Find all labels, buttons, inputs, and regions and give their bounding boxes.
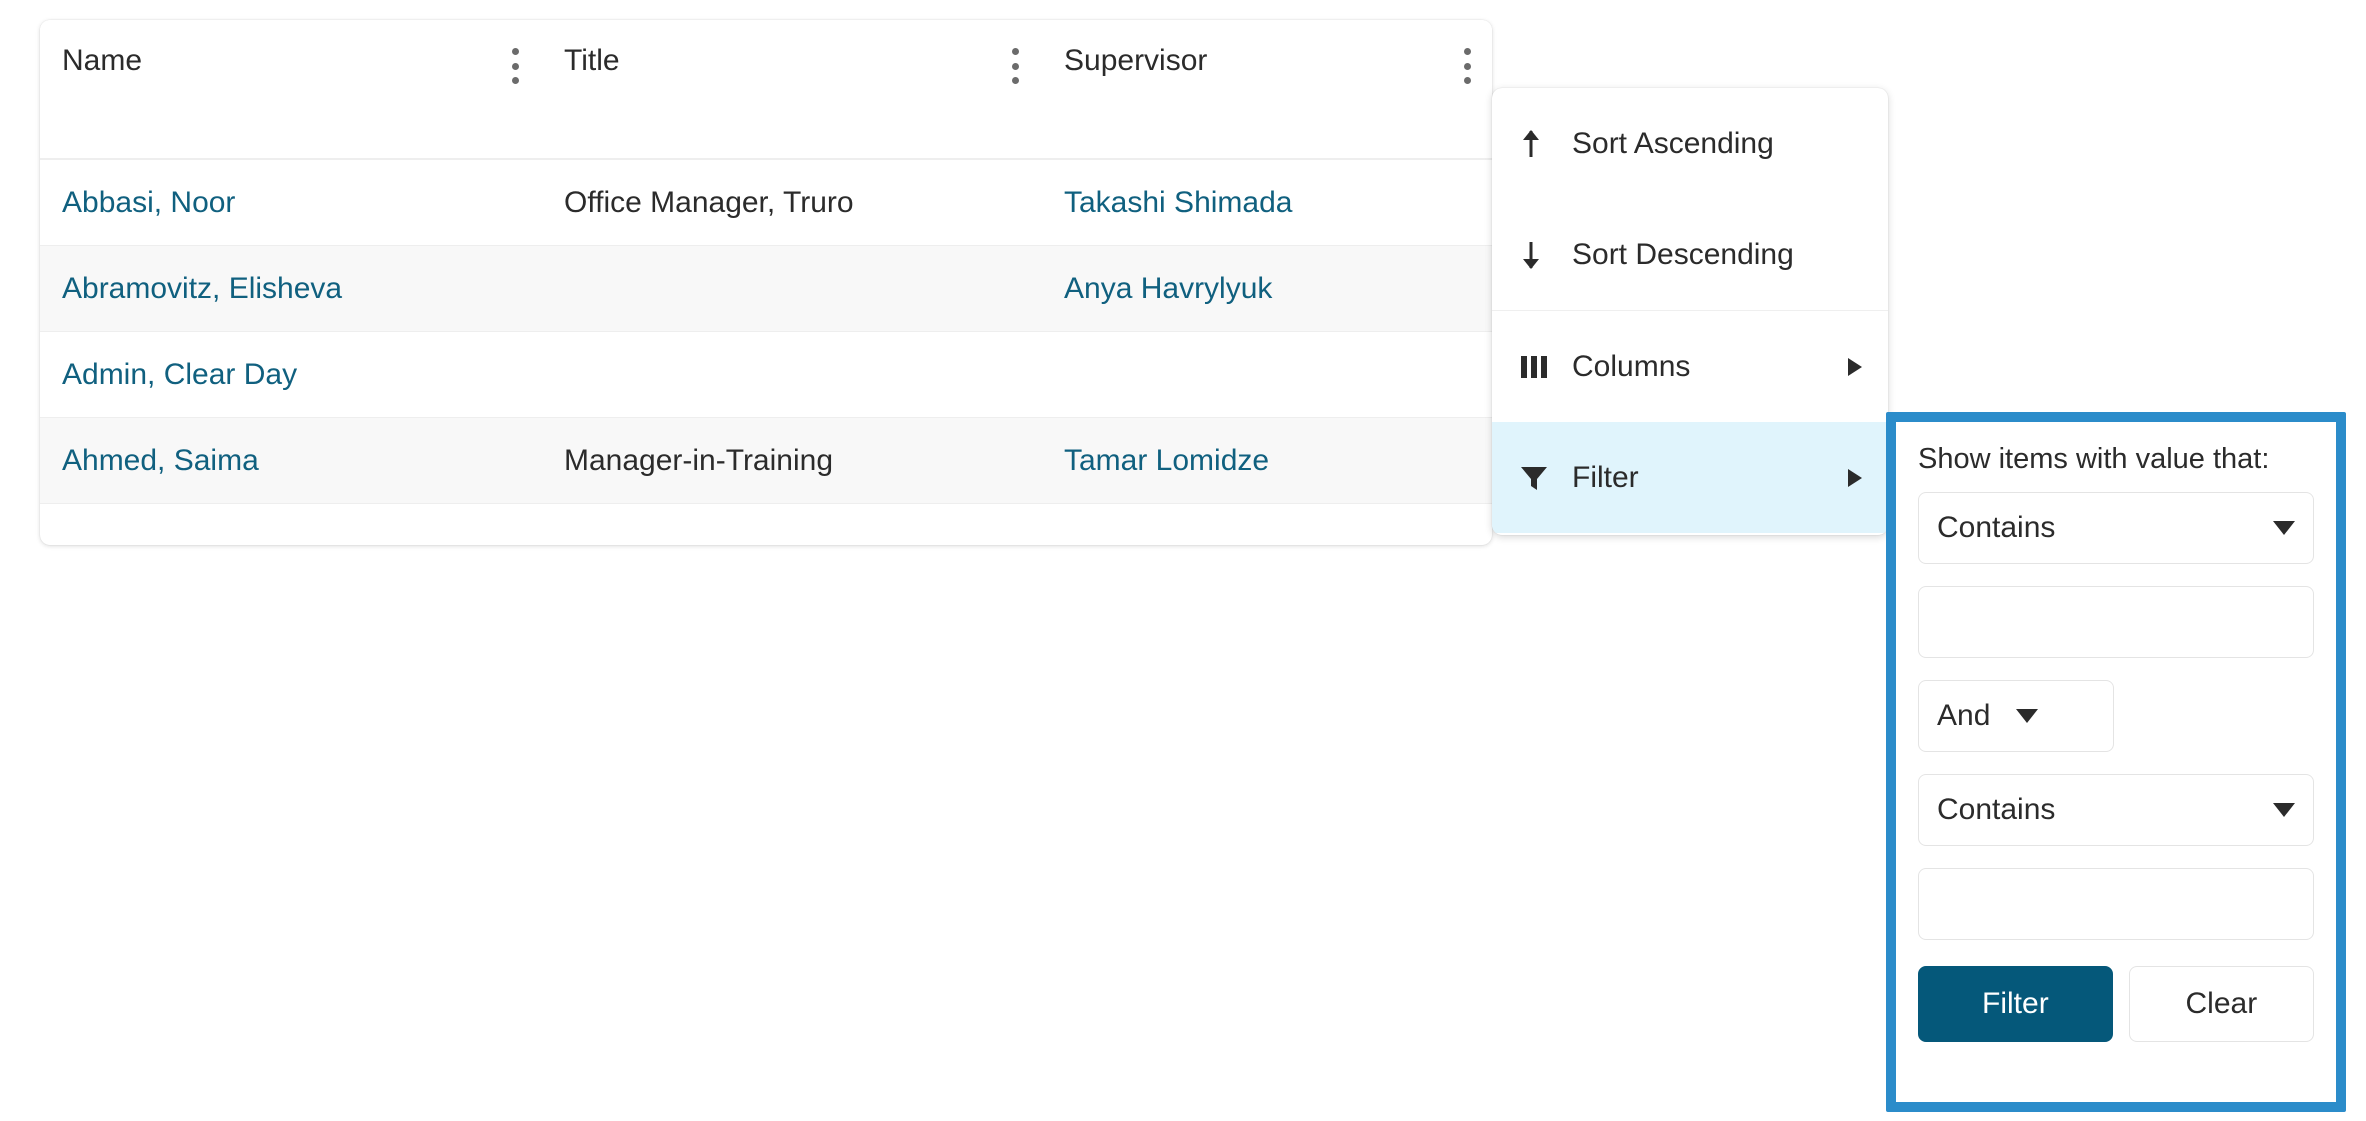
- menu-item-sort-ascending[interactable]: Sort Ascending: [1492, 88, 1888, 199]
- kebab-dot: [1463, 62, 1471, 70]
- name-link[interactable]: Abramovitz, Elisheva: [62, 272, 342, 305]
- kebab-menu-icon[interactable]: [1004, 48, 1026, 84]
- kebab-dot: [511, 48, 519, 55]
- filter-operator-2-dropdown[interactable]: Contains: [1918, 774, 2314, 846]
- filter-value-1-input[interactable]: [1918, 586, 2314, 658]
- menu-item-sort-descending-label: Sort Descending: [1572, 237, 1794, 271]
- arrow-up-icon: [1520, 129, 1560, 159]
- kebab-dot: [1011, 77, 1019, 84]
- context-menu-group-sort: Sort Ascending Sort Descending: [1492, 88, 1888, 311]
- columns-icon: [1520, 353, 1560, 381]
- kebab-dot: [1011, 48, 1019, 55]
- supervisor-link[interactable]: Takashi Shimada: [1064, 186, 1292, 219]
- table-row[interactable]: Abbasi, Noor Office Manager, Truro Takas…: [40, 160, 1492, 246]
- chevron-down-icon: [2273, 803, 2295, 817]
- menu-item-filter[interactable]: Filter: [1492, 422, 1888, 533]
- kebab-dot: [1463, 77, 1471, 84]
- filter-operator-1-value: Contains: [1937, 511, 2056, 544]
- table-row[interactable]: Admin, Clear Day: [40, 332, 1492, 418]
- cell-title: Manager-in-Training: [564, 443, 834, 477]
- chevron-right-icon: [1848, 468, 1862, 487]
- filter-value-2-input[interactable]: [1918, 868, 2314, 940]
- kebab-dot: [511, 77, 519, 84]
- kebab-dot: [1011, 62, 1019, 70]
- filter-popup-panel: Show items with value that: Contains And…: [1886, 412, 2346, 1112]
- menu-item-sort-descending[interactable]: Sort Descending: [1492, 199, 1888, 310]
- kebab-menu-icon-supervisor[interactable]: [1456, 48, 1478, 84]
- cell-supervisor: Anya Havrylyuk: [1040, 272, 1492, 306]
- funnel-icon: [1520, 464, 1560, 492]
- column-header-supervisor-label: Supervisor: [1064, 44, 1208, 77]
- name-link[interactable]: Ahmed, Saima: [62, 444, 259, 477]
- table-row[interactable]: Abramovitz, Elisheva Anya Havrylyuk: [40, 246, 1492, 332]
- filter-popup-body: Show items with value that: Contains And…: [1896, 422, 2336, 1102]
- kebab-dot: [511, 62, 519, 70]
- filter-panel-title: Show items with value that:: [1918, 443, 2270, 475]
- filter-panel-actions: Filter Clear: [1918, 966, 2314, 1042]
- name-link[interactable]: Abbasi, Noor: [62, 186, 235, 219]
- column-header-name-label: Name: [62, 44, 143, 77]
- filter-apply-button[interactable]: Filter: [1918, 966, 2113, 1042]
- filter-clear-button[interactable]: Clear: [2128, 966, 2314, 1042]
- name-link[interactable]: Admin, Clear Day: [62, 358, 297, 391]
- filter-operator-1-dropdown[interactable]: Contains: [1918, 492, 2314, 564]
- filter-operator-2-value: Contains: [1937, 793, 2056, 826]
- menu-item-filter-label: Filter: [1572, 460, 1639, 494]
- menu-item-sort-ascending-label: Sort Ascending: [1572, 126, 1774, 160]
- chevron-down-icon: [2016, 709, 2039, 723]
- column-header-title-label: Title: [564, 44, 620, 77]
- cell-name: Abramovitz, Elisheva: [40, 272, 540, 306]
- cell-supervisor: Tamar Lomidze: [1040, 444, 1492, 478]
- column-context-menu: Sort Ascending Sort Descending Columns F…: [1492, 88, 1888, 535]
- kebab-dot: [1463, 48, 1471, 55]
- supervisor-link[interactable]: Tamar Lomidze: [1064, 444, 1269, 477]
- cell-name: Ahmed, Saima: [40, 444, 540, 478]
- filter-logic-value: And: [1937, 699, 1991, 732]
- cell-supervisor: Takashi Shimada: [1040, 186, 1492, 220]
- menu-item-columns[interactable]: Columns: [1492, 311, 1888, 422]
- kebab-menu-icon[interactable]: [504, 48, 526, 84]
- cell-title: Office Manager, Truro: [564, 185, 854, 219]
- column-header-supervisor[interactable]: Supervisor: [1040, 20, 1492, 158]
- chevron-down-icon: [2273, 521, 2295, 535]
- table-row[interactable]: Ahmed, Saima Manager-in-Training Tamar L…: [40, 418, 1492, 504]
- cell-name: Admin, Clear Day: [40, 358, 540, 392]
- chevron-right-icon: [1848, 357, 1862, 376]
- menu-item-columns-label: Columns: [1572, 349, 1691, 383]
- filter-logic-dropdown[interactable]: And: [1918, 680, 2114, 752]
- supervisor-link[interactable]: Anya Havrylyuk: [1064, 272, 1272, 305]
- column-header-title[interactable]: Title: [540, 20, 1040, 158]
- app-root: Name Title Supervisor Abbasi, Noor Offic…: [0, 0, 2366, 1121]
- data-grid: Name Title Supervisor Abbasi, Noor Offic…: [40, 20, 1492, 545]
- column-header-name[interactable]: Name: [40, 20, 540, 158]
- grid-header-row: Name Title Supervisor: [40, 20, 1492, 160]
- arrow-down-icon: [1520, 240, 1560, 270]
- cell-name: Abbasi, Noor: [40, 186, 540, 220]
- context-menu-group-tools: Columns Filter: [1492, 311, 1888, 533]
